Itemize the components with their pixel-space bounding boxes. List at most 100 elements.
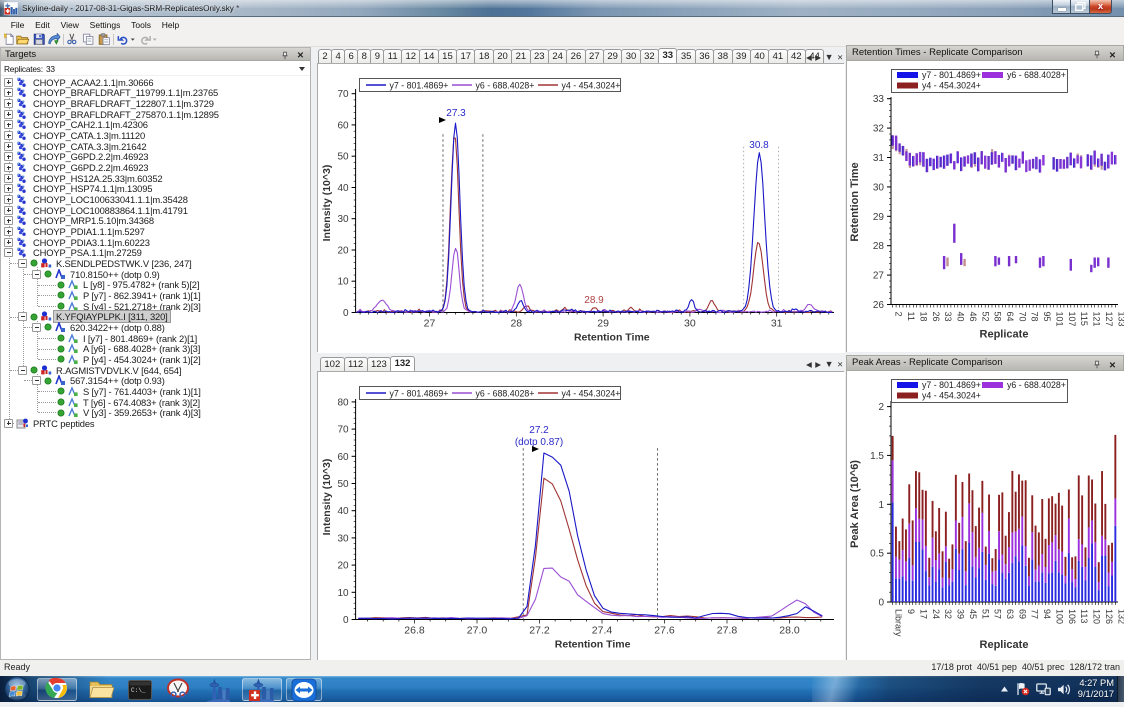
svg-text:57: 57 (993, 609, 1003, 619)
svg-text:28: 28 (510, 318, 522, 330)
svg-text:0: 0 (343, 308, 349, 319)
svg-text:y7 - 801.4869+: y7 - 801.4869+ (390, 81, 449, 91)
svg-text:Retention Time: Retention Time (574, 332, 650, 344)
svg-text:94: 94 (1042, 609, 1052, 619)
svg-text:y6 - 688.4028+: y6 - 688.4028+ (476, 389, 535, 399)
svg-text:133: 133 (1116, 312, 1124, 327)
svg-text:30: 30 (337, 533, 349, 544)
svg-text:y4 - 454.3024+: y4 - 454.3024+ (922, 391, 981, 401)
svg-text:29: 29 (597, 318, 609, 330)
svg-text:100: 100 (1055, 609, 1065, 624)
svg-text:33: 33 (943, 312, 953, 322)
svg-text:Replicate: Replicate (980, 329, 1029, 341)
svg-text:50: 50 (337, 152, 349, 163)
svg-text:50: 50 (337, 479, 349, 490)
svg-text:70: 70 (1017, 312, 1027, 322)
svg-text:10: 10 (337, 277, 349, 288)
svg-text:60: 60 (337, 452, 349, 463)
svg-text:11: 11 (906, 312, 916, 321)
svg-text:32: 32 (873, 124, 885, 135)
svg-text:40: 40 (337, 506, 349, 517)
svg-text:28.9: 28.9 (584, 295, 604, 306)
svg-text:17: 17 (918, 609, 928, 619)
svg-text:27.0: 27.0 (467, 625, 488, 637)
svg-text:51: 51 (980, 609, 990, 619)
svg-text:63: 63 (1005, 609, 1015, 619)
svg-text:Peak Area (10^6): Peak Area (10^6) (849, 460, 861, 548)
svg-text:9: 9 (906, 609, 916, 614)
svg-text:46: 46 (968, 312, 978, 322)
svg-text:40: 40 (337, 183, 349, 194)
svg-text:2: 2 (878, 402, 884, 413)
svg-text:106: 106 (1067, 609, 1077, 624)
svg-text:32: 32 (943, 609, 953, 619)
svg-text:y6 - 688.4028+: y6 - 688.4028+ (1007, 70, 1066, 80)
svg-text:40: 40 (956, 312, 966, 322)
svg-text:113: 113 (1079, 609, 1089, 623)
svg-text:70: 70 (337, 89, 349, 100)
svg-text:y6 - 688.4028+: y6 - 688.4028+ (476, 81, 535, 91)
svg-text:y7 - 801.4869+: y7 - 801.4869+ (922, 380, 981, 390)
svg-text:27.8: 27.8 (717, 625, 738, 637)
svg-text:y6 - 688.4028+: y6 - 688.4028+ (1007, 380, 1066, 390)
svg-text:30: 30 (684, 318, 696, 330)
svg-text:Intensity (10^3): Intensity (10^3) (321, 165, 333, 242)
svg-text:(dotp 0.87): (dotp 0.87) (515, 437, 563, 448)
svg-text:28: 28 (873, 241, 885, 252)
svg-text:0: 0 (343, 615, 349, 626)
svg-text:101: 101 (1055, 312, 1065, 327)
svg-text:121: 121 (1092, 312, 1102, 327)
svg-text:29: 29 (873, 212, 885, 223)
svg-text:C:\_: C:\_ (131, 687, 146, 694)
svg-text:95: 95 (1042, 312, 1052, 322)
svg-text:27.2: 27.2 (529, 425, 549, 436)
svg-text:y7 - 801.4869+: y7 - 801.4869+ (390, 389, 449, 399)
svg-text:30.8: 30.8 (749, 140, 769, 151)
svg-text:1.5: 1.5 (870, 451, 884, 462)
svg-text:y7 - 801.4869+: y7 - 801.4869+ (922, 70, 981, 80)
svg-text:78: 78 (1030, 312, 1040, 322)
svg-text:58: 58 (993, 312, 1003, 322)
svg-text:18: 18 (918, 312, 928, 322)
svg-text:Retention Time: Retention Time (555, 639, 631, 651)
svg-text:26.8: 26.8 (404, 625, 425, 637)
svg-text:52: 52 (980, 312, 990, 322)
svg-text:24: 24 (931, 609, 941, 619)
svg-text:69: 69 (1017, 609, 1027, 619)
svg-text:27.2: 27.2 (529, 625, 550, 637)
svg-text:30: 30 (337, 214, 349, 225)
svg-text:y4 - 454.3024+: y4 - 454.3024+ (562, 389, 621, 399)
svg-text:39: 39 (956, 609, 966, 619)
svg-text:Retention Time: Retention Time (849, 162, 861, 241)
svg-text:Replicate: Replicate (980, 639, 1029, 651)
svg-text:70: 70 (337, 425, 349, 436)
svg-text:y4 - 454.3024+: y4 - 454.3024+ (562, 81, 621, 91)
svg-text:0.5: 0.5 (870, 549, 884, 560)
svg-text:80: 80 (337, 397, 349, 408)
svg-text:31: 31 (771, 318, 783, 330)
svg-text:60: 60 (337, 120, 349, 131)
svg-text:77: 77 (1030, 609, 1040, 619)
svg-text:y4 - 454.3024+: y4 - 454.3024+ (922, 81, 981, 91)
svg-text:27: 27 (873, 271, 885, 282)
svg-text:107: 107 (1067, 312, 1077, 327)
svg-text:26: 26 (931, 312, 941, 322)
svg-text:27.4: 27.4 (592, 625, 613, 637)
svg-text:27.3: 27.3 (446, 108, 466, 119)
svg-text:20: 20 (337, 561, 349, 572)
svg-text:33: 33 (873, 94, 885, 105)
svg-text:64: 64 (1005, 312, 1015, 322)
svg-text:2: 2 (894, 312, 904, 317)
svg-text:45: 45 (968, 609, 978, 619)
svg-text:127: 127 (1104, 312, 1114, 327)
svg-text:31: 31 (873, 153, 885, 164)
svg-text:120: 120 (1092, 609, 1102, 624)
svg-text:10: 10 (337, 588, 349, 599)
svg-text:126: 126 (1104, 609, 1114, 624)
svg-text:Intensity (10^3): Intensity (10^3) (321, 459, 333, 536)
svg-text:30: 30 (873, 182, 885, 193)
svg-text:27.6: 27.6 (654, 625, 675, 637)
svg-text:Library: Library (894, 609, 904, 637)
svg-text:1: 1 (878, 500, 884, 511)
svg-text:27: 27 (424, 318, 436, 330)
